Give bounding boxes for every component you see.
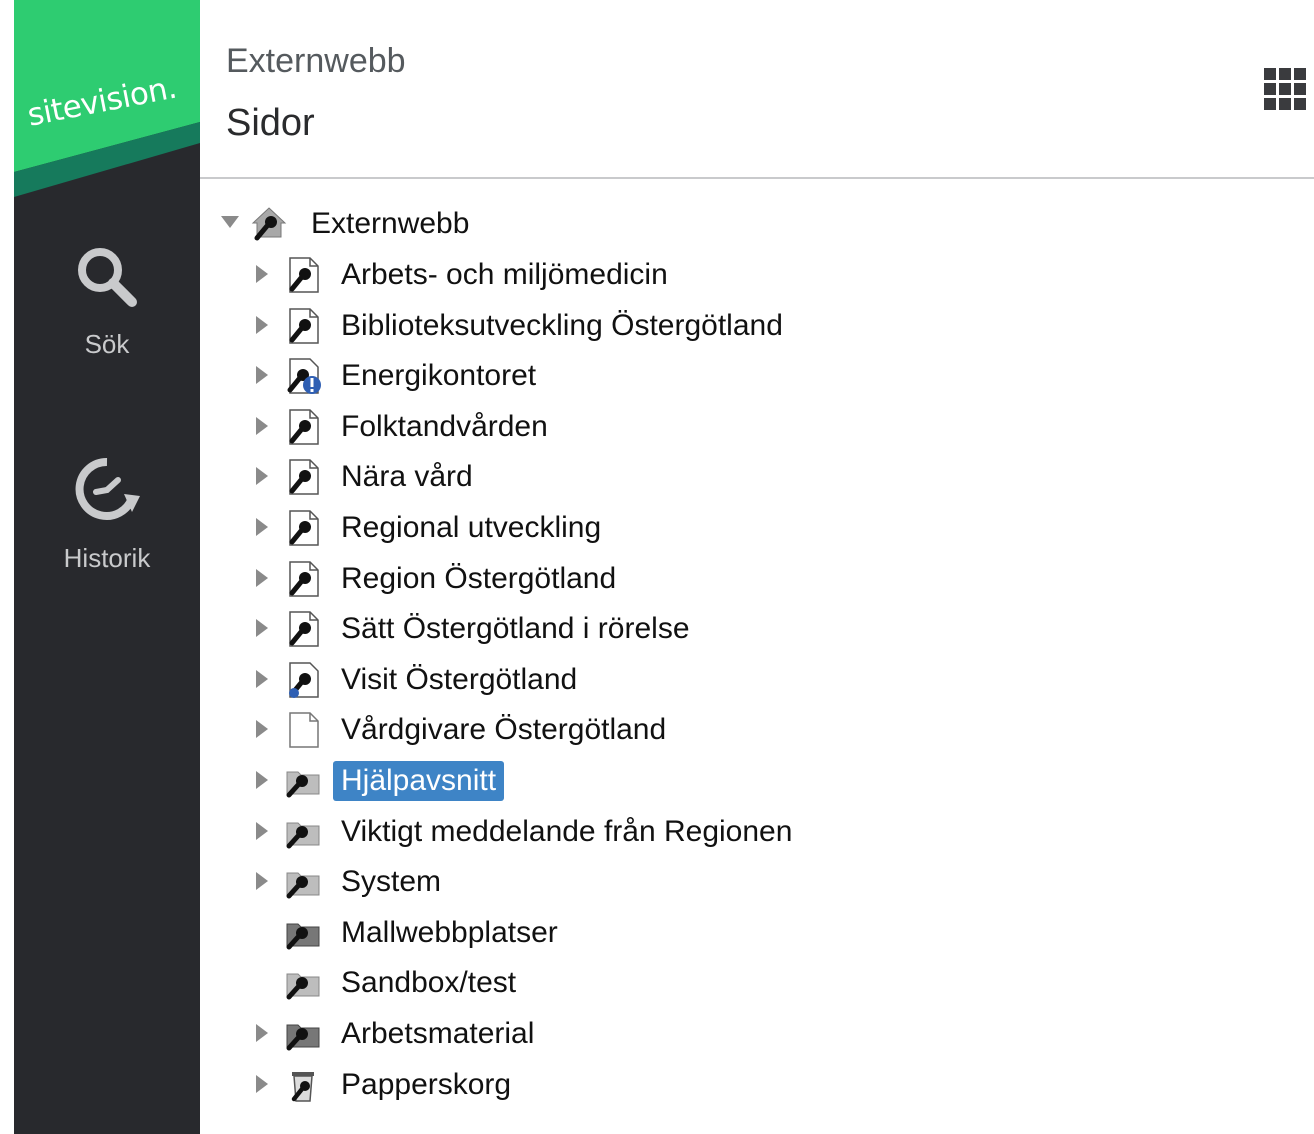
site-name: Externwebb — [226, 42, 406, 80]
page-key-icon — [284, 458, 322, 496]
expand-toggle[interactable] — [252, 821, 272, 841]
sitevision-logo[interactable]: sitevision. — [14, 0, 200, 200]
expand-toggle[interactable] — [252, 669, 272, 689]
folder-key-icon — [284, 762, 322, 800]
page-key-warning-icon — [284, 357, 322, 395]
expand-toggle[interactable] — [252, 871, 272, 891]
tree-row[interactable]: Visit Östergötland — [200, 657, 1100, 703]
history-icon — [74, 456, 140, 529]
folder-key-icon — [284, 964, 322, 1002]
tree-item-label: Sätt Östergötland i rörelse — [341, 612, 690, 645]
tree-row[interactable]: Hjälpavsnitt — [200, 758, 1100, 804]
tree-item-label: Mallwebbplatser — [341, 916, 558, 949]
tree-item-label: Visit Östergötland — [341, 663, 578, 696]
folder-key-dark-icon — [284, 914, 322, 952]
tree-row[interactable]: Arbets- och miljömedicin — [200, 252, 1100, 298]
page-key-icon — [284, 256, 322, 294]
folder-key-dark-icon — [284, 1015, 322, 1053]
search-icon — [74, 244, 140, 315]
expand-toggle[interactable] — [252, 264, 272, 284]
folder-key-icon — [284, 813, 322, 851]
tree-row[interactable]: Vårdgivare Östergötland — [200, 707, 1100, 753]
tree-item-label: Energikontoret — [341, 359, 537, 392]
tree-row[interactable]: Viktigt meddelande från Regionen — [200, 809, 1100, 855]
page-key-icon — [284, 509, 322, 547]
nav-search-button[interactable]: Sök — [14, 244, 200, 374]
expand-toggle[interactable] — [252, 1074, 272, 1094]
site-root-icon — [250, 205, 288, 243]
folder-key-icon — [284, 863, 322, 901]
expand-toggle[interactable] — [252, 517, 272, 537]
apps-button[interactable] — [1262, 66, 1308, 112]
tree-item-label: Arbetsmaterial — [341, 1017, 535, 1050]
expand-toggle[interactable] — [252, 719, 272, 739]
tree-root-label: Externwebb — [311, 207, 470, 240]
header-divider — [200, 177, 1314, 179]
nav-history-label: Historik — [63, 543, 151, 573]
tree-row[interactable]: Mallwebbplatser — [200, 910, 1100, 956]
tree-item-label: Viktigt meddelande från Regionen — [341, 815, 793, 848]
grid-icon — [1262, 68, 1308, 116]
expand-toggle[interactable] — [252, 416, 272, 436]
page-key-icon — [284, 307, 322, 345]
tree-item-label-selected: Hjälpavsnitt — [333, 761, 505, 801]
tree-row[interactable]: System — [200, 859, 1100, 905]
tree-item-label: Region Östergötland — [341, 562, 617, 595]
page-key-icon — [284, 408, 322, 446]
tree-item-label: Folktandvården — [341, 410, 548, 443]
tree-row[interactable]: Folktandvården — [200, 404, 1100, 450]
nav-history-button[interactable]: Historik — [14, 456, 200, 586]
tree-row[interactable]: Sätt Östergötland i rörelse — [200, 606, 1100, 652]
tree-row[interactable]: Biblioteksutveckling Östergötland — [200, 303, 1100, 349]
tree-row[interactable]: Regional utveckling — [200, 505, 1100, 551]
tree-item-label: Regional utveckling — [341, 511, 602, 544]
tree-row[interactable]: Arbetsmaterial — [200, 1011, 1100, 1057]
tree-item-label: System — [341, 865, 442, 898]
tree-row[interactable]: Region Östergötland — [200, 556, 1100, 602]
expand-toggle[interactable] — [252, 568, 272, 588]
left-sidebar: sitevision. Sök Historik — [14, 0, 200, 1134]
tree-row[interactable]: Sandbox/test — [200, 960, 1100, 1006]
tree-row[interactable]: Papperskorg — [200, 1062, 1100, 1108]
tree-item-label: Papperskorg — [341, 1068, 512, 1101]
expand-toggle[interactable] — [220, 212, 240, 232]
tree-root-row[interactable]: Externwebb — [200, 201, 600, 247]
page-icon — [284, 711, 322, 749]
tree-item-label: Sandbox/test — [341, 966, 517, 999]
tree-row[interactable]: Nära vård — [200, 454, 1100, 500]
tree-row[interactable]: Energikontoret — [200, 353, 1100, 399]
expand-toggle[interactable] — [252, 365, 272, 385]
page-key-blue-icon — [284, 661, 322, 699]
tree-item-label: Vårdgivare Östergötland — [341, 713, 667, 746]
page-key-icon — [284, 560, 322, 598]
expand-toggle[interactable] — [252, 770, 272, 790]
tree-item-label: Arbets- och miljömedicin — [341, 258, 668, 291]
expand-toggle[interactable] — [252, 618, 272, 638]
tree-item-label: Biblioteksutveckling Östergötland — [341, 309, 783, 342]
page-title: Sidor — [226, 102, 315, 144]
expand-toggle[interactable] — [252, 466, 272, 486]
expand-toggle[interactable] — [252, 1023, 272, 1043]
expand-toggle[interactable] — [252, 315, 272, 335]
nav-search-label: Sök — [84, 329, 130, 359]
page-key-icon — [284, 610, 322, 648]
trash-key-icon — [284, 1066, 322, 1104]
tree-item-label: Nära vård — [341, 460, 473, 493]
